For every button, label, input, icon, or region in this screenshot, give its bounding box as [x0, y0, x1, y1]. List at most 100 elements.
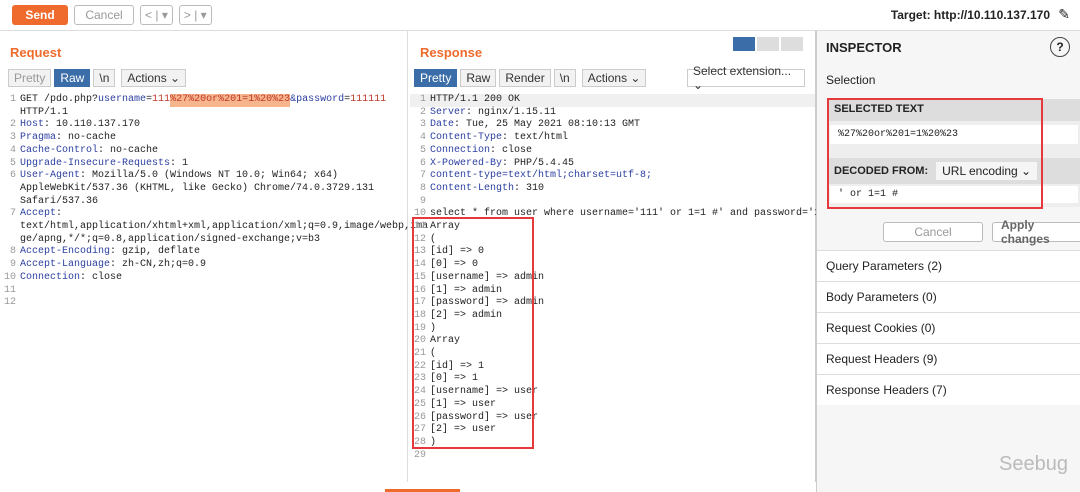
code-line: 9 Accept-Language: zh-CN,zh;q=0.9: [0, 259, 407, 272]
line-number: 2: [419, 106, 426, 118]
code-token: : close: [80, 271, 123, 283]
line-number: 5: [419, 144, 426, 156]
code-line: 10 Connection: close: [0, 272, 407, 285]
line-number: 8: [419, 182, 426, 194]
code-line: 8 Content-Length: 310: [410, 183, 815, 196]
code-token: Cache-Control: [20, 144, 99, 156]
forward-icon: >: [183, 8, 191, 22]
tab-response-4[interactable]: Actions ⌄: [581, 69, 647, 87]
line-number: 7: [419, 170, 426, 182]
forward-button[interactable]: > | ▾: [178, 5, 212, 25]
code-token: Connection: [430, 144, 491, 156]
line-number: 29: [413, 449, 426, 461]
code-line: 1 GET /pdo.php? username = 111 %27%20or%201=1…: [0, 94, 407, 107]
line-number: 1: [9, 94, 16, 105]
code-token: Accept-Encoding: [20, 246, 111, 258]
line-number: 1: [419, 94, 426, 105]
code-line: 7 content-type=text/html;charset=utf-8;: [410, 170, 815, 183]
code-token: : 10.110.137.170: [44, 119, 141, 131]
code-token: User-Agent: [20, 170, 81, 182]
tab-response-3[interactable]: \n: [553, 69, 576, 87]
inspector-section[interactable]: Request Cookies (0): [817, 312, 1080, 343]
line-number: [0, 221, 20, 234]
code-token: HTTP/1.1 200 OK: [430, 94, 521, 105]
tab-request-2[interactable]: \n: [93, 69, 116, 87]
highlight-box: [412, 217, 534, 449]
tab-request-1[interactable]: Raw: [54, 69, 91, 87]
code-line: 2 Host: 10.110.137.170: [0, 119, 407, 132]
layout-horizontal-icon[interactable]: [757, 37, 779, 51]
code-token: content-type=text/html;charset=utf-8;: [430, 170, 653, 182]
code-line: AppleWebKit/537.36 (KHTML, like Gecko) C…: [0, 183, 407, 196]
tab-request-3[interactable]: Actions ⌄: [121, 69, 187, 87]
code-line: 6 User-Agent: Mozilla/5.0 (Windows NT 10.…: [0, 170, 407, 183]
line-number: 6: [419, 157, 426, 169]
inspector-section[interactable]: Body Parameters (0): [817, 281, 1080, 312]
cancel-decode-button[interactable]: Cancel: [883, 222, 983, 242]
code-line: 5 Upgrade-Insecure-Requests: 1: [0, 158, 407, 171]
code-line: 9: [410, 196, 815, 209]
help-icon[interactable]: ?: [1050, 37, 1070, 57]
line-number: [0, 196, 20, 209]
code-token: &password: [290, 94, 345, 105]
code-token: 111: [152, 94, 171, 105]
code-token: text/html,application/xhtml+xml,applicat…: [20, 221, 429, 233]
layout-split-icon[interactable]: [733, 37, 755, 51]
cancel-button[interactable]: Cancel: [74, 5, 134, 25]
send-button[interactable]: Send: [12, 5, 68, 25]
code-token: : no-cache: [98, 144, 159, 156]
apply-changes-button[interactable]: Apply changes: [992, 218, 1080, 246]
response-panel: Response Pretty Raw Render \n Actions ⌄ Sele…: [410, 31, 844, 482]
code-line: 11: [0, 285, 407, 298]
code-line: 4 Cache-Control: no-cache: [0, 145, 407, 158]
line-number: [0, 234, 20, 247]
line-number: [0, 107, 20, 120]
line-number: 6: [9, 170, 16, 182]
line-number: [0, 183, 20, 196]
tab-request-0[interactable]: Pretty: [8, 69, 52, 87]
line-number: 8: [9, 246, 16, 258]
code-line: 29: [410, 450, 815, 463]
back-menu-icon: ▾: [161, 8, 168, 22]
forward-menu-icon: ▾: [200, 8, 207, 22]
code-token: Content-Length: [430, 182, 515, 194]
code-token: Pragma: [20, 132, 57, 144]
code-line: 2 Server: nginx/1.15.11: [410, 107, 815, 120]
code-token: :: [56, 208, 63, 220]
line-number: 10: [3, 271, 16, 283]
layout-toggle[interactable]: [733, 37, 803, 51]
edit-target-icon[interactable]: ✎: [1058, 6, 1070, 23]
toolbar: Send Cancel < | ▾ > | ▾ Target: http://1…: [0, 0, 1080, 31]
watermark: Seebug: [999, 453, 1068, 475]
request-panel: Request Pretty Raw \n Actions ⌄ 1 GET /pdo.p…: [0, 31, 428, 482]
inspector-title: INSPECTOR: [826, 40, 902, 55]
extension-select[interactable]: Select extension... ⌄: [687, 64, 805, 92]
inspector-panel: INSPECTOR ? Selection SELECTED TEXT %27%…: [816, 31, 1080, 492]
layout-single-icon[interactable]: [781, 37, 803, 51]
inspector-section[interactable]: Query Parameters (2): [817, 250, 1080, 281]
line-number: 9: [419, 195, 426, 207]
code-token: Safari/537.36: [20, 195, 99, 207]
inspector-section[interactable]: Response Headers (7): [817, 374, 1080, 405]
response-title: Response: [420, 45, 483, 60]
code-line: text/html,application/xhtml+xml,applicat…: [0, 221, 428, 234]
back-button[interactable]: < | ▾: [140, 5, 173, 25]
tab-response-2[interactable]: Render: [499, 69, 551, 87]
code-token: Upgrade-Insecure-Requests: [20, 157, 171, 169]
code-token: : Mozilla/5.0 (Windows NT 10.0; Win64; x…: [80, 170, 339, 182]
target-label[interactable]: Target: http://10.110.137.170: [891, 8, 1050, 22]
code-token: : nginx/1.15.11: [466, 106, 557, 118]
code-token: : 1: [170, 157, 189, 169]
line-number: 12: [3, 297, 16, 309]
code-line: 7 Accept:: [0, 208, 407, 221]
code-token: ge/apng,*/*;q=0.8,application/signed-exc…: [20, 233, 321, 245]
line-number: 3: [9, 132, 16, 144]
code-line: 6 X-Powered-By: PHP/5.4.45: [410, 158, 815, 171]
code-line: 5 Connection: close: [410, 145, 815, 158]
inspector-section[interactable]: Request Headers (9): [817, 343, 1080, 374]
code-token: : zh-CN,zh;q=0.9: [110, 259, 207, 271]
request-editor[interactable]: 1 GET /pdo.php? username = 111 %27%20or%201=1…: [0, 94, 428, 310]
line-number: 4: [9, 144, 16, 156]
tab-response-0[interactable]: Pretty: [414, 69, 458, 87]
tab-response-1[interactable]: Raw: [460, 69, 497, 87]
